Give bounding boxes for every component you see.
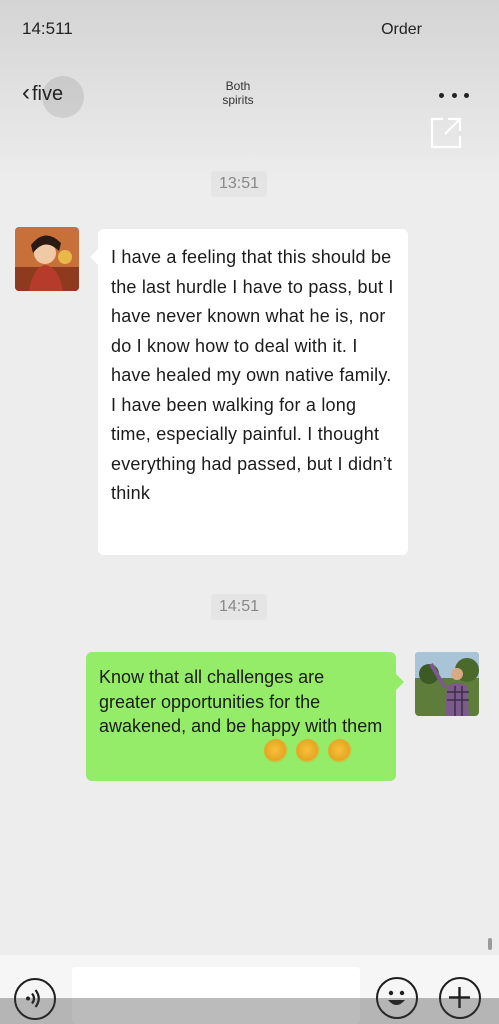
message-timestamp: 13:51 — [211, 171, 267, 197]
bottom-overlay — [0, 998, 499, 1024]
thumbs-up-icon — [328, 739, 352, 763]
back-button[interactable]: ‹ five — [12, 75, 73, 113]
incoming-message-text: I have a feeling that this should be the… — [111, 247, 394, 503]
my-avatar[interactable] — [415, 652, 479, 716]
incoming-message-bubble[interactable]: I have a feeling that this should be the… — [90, 229, 408, 555]
contact-avatar[interactable] — [15, 227, 79, 291]
message-timestamp: 14:51 — [211, 594, 267, 620]
status-time: 14:511 — [22, 19, 73, 38]
back-label: five — [32, 82, 64, 105]
thumbs-up-icon — [296, 739, 320, 763]
chat-title: Both spirits — [208, 79, 268, 107]
chat-title-line-1: Both — [225, 79, 251, 93]
share-external-icon[interactable] — [428, 115, 464, 151]
scrollbar-thumb[interactable] — [488, 938, 492, 950]
thumbs-up-icon — [264, 739, 288, 763]
outgoing-message-text: Know that all challenges are greater opp… — [99, 667, 383, 736]
thumbs-up-emoji-row — [264, 739, 374, 765]
back-chevron-icon: ‹ — [22, 79, 30, 106]
chat-nav-bar: ‹ five Both spirits — [0, 70, 499, 120]
status-right-text: Order — [381, 21, 422, 38]
status-bar: 14:511 Order — [0, 0, 499, 58]
chat-title-line-2: spirits — [222, 93, 254, 107]
more-dots-icon[interactable] — [439, 88, 469, 102]
